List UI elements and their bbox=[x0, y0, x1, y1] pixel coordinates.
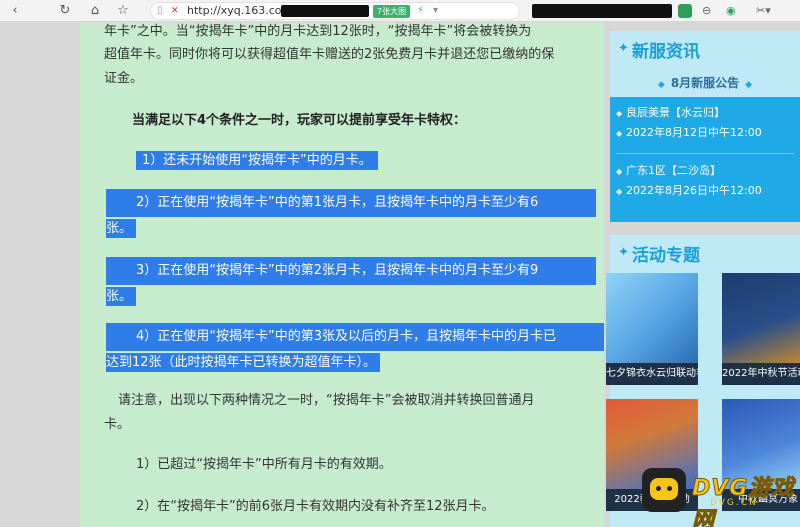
bullet-icon: ◆ bbox=[616, 129, 623, 138]
paragraph-line: 超值年卡。同时你将可以获得超值年卡赠送的2张免费月卡并退还您已缴纳的保 bbox=[104, 47, 555, 62]
extension-icon[interactable] bbox=[678, 4, 692, 18]
paragraph-line: 卡。 bbox=[104, 417, 131, 432]
new-server-news-box: ✦ 新服资讯 ◆ 8月新服公告 ◆ ◆ 良辰美景【水云归】 ◆ 2022年8月12日… bbox=[610, 31, 800, 222]
site-watermark: DVG游戏网 DVG.CN bbox=[642, 462, 800, 527]
condition-item: 2）正在使用“按揭年卡”中的第1张月卡，且按揭年卡中的月卡至少有6 张。 bbox=[106, 189, 596, 241]
bullet-icon: ◆ bbox=[616, 187, 623, 196]
paragraph-line: 证金。 bbox=[104, 71, 144, 86]
page: 年卡”之中。当“按揭年卡”中的月卡达到12张时，“按揭年卡”将会被转换为 超值年… bbox=[0, 23, 800, 527]
notice-title[interactable]: ◆ 8月新服公告 ◆ bbox=[610, 69, 800, 97]
server-time: 2022年8月12日中午12:00 bbox=[626, 126, 762, 139]
activity-image bbox=[606, 273, 698, 363]
activity-card[interactable]: 七夕锦衣水云归联动非遗 bbox=[606, 273, 698, 393]
server-time: 2022年8月26日中午12:00 bbox=[626, 184, 762, 197]
box-title: 活动专题 bbox=[632, 246, 700, 266]
paragraph-line: 1）已超过“按揭年卡”中所有月卡的有效期。 bbox=[136, 457, 392, 472]
page-icon: ▯ bbox=[157, 5, 163, 16]
dropdown-icon[interactable]: ▾ bbox=[433, 3, 438, 19]
plus-icon: ✦ bbox=[618, 41, 629, 56]
bullet-icon: ◆ bbox=[616, 109, 623, 118]
scissors-icon[interactable]: ✂▾ bbox=[756, 3, 771, 19]
eye-icon[interactable]: ◉ bbox=[726, 3, 736, 19]
article-content: 年卡”之中。当“按揭年卡”中的月卡达到12张时，“按揭年卡”将会被转换为 超值年… bbox=[80, 23, 604, 527]
back-icon[interactable]: ‹ bbox=[6, 2, 24, 20]
divider bbox=[616, 153, 794, 154]
activity-caption: 2022年中秋节活动专题 bbox=[722, 363, 800, 385]
sidebar: ✦ 新服资讯 ◆ 8月新服公告 ◆ ◆ 良辰美景【水云归】 ◆ 2022年8月12日… bbox=[606, 23, 800, 527]
paragraph-line: 年卡”之中。当“按揭年卡”中的月卡达到12张时，“按揭年卡”将会被转换为 bbox=[104, 24, 532, 39]
plus-icon: ✦ bbox=[618, 245, 629, 260]
star-icon[interactable]: ☆ bbox=[114, 2, 132, 20]
insecure-icon: ✕ bbox=[171, 6, 179, 16]
redacted-block bbox=[281, 5, 369, 17]
box-header: ✦ 新服资讯 bbox=[610, 31, 800, 69]
bullet-icon: ◆ bbox=[616, 167, 623, 176]
redacted-block bbox=[532, 4, 672, 18]
server-name[interactable]: 广东1区【二沙岛】 bbox=[626, 161, 721, 181]
paragraph-line: 2）在“按揭年卡”的前6张月卡有效期内没有补齐至12张月卡。 bbox=[136, 499, 495, 514]
activity-card[interactable]: 2022年中秋节活动专题 bbox=[722, 273, 800, 393]
url-text: http://xyq.163.com bbox=[187, 4, 293, 17]
activity-image bbox=[722, 273, 800, 363]
shield-icon[interactable]: ⊖ bbox=[702, 3, 711, 19]
box-header: ✦ 活动专题 bbox=[610, 235, 800, 273]
box-title: 新服资讯 bbox=[632, 42, 700, 62]
address-bar[interactable]: ▯ ✕ http://xyq.163.com 7张大图 ⚡ ▾ bbox=[150, 2, 520, 20]
home-icon[interactable]: ⌂ bbox=[86, 2, 104, 20]
watermark-subtext: DVG.CN bbox=[710, 498, 758, 508]
browser-toolbar: ‹ ↻ ⌂ ☆ ▯ ✕ http://xyq.163.com 7张大图 ⚡ ▾ … bbox=[0, 0, 800, 22]
paragraph-line: 请注意，出现以下两种情况之一时，“按揭年卡”会被取消并转换回普通月 bbox=[118, 393, 535, 408]
diamond-icon: ◆ bbox=[745, 80, 753, 90]
server-name[interactable]: 良辰美景【水云归】 bbox=[626, 103, 725, 123]
image-count-badge[interactable]: 7张大图 bbox=[373, 5, 411, 18]
condition-item: 3）正在使用“按揭年卡”中的第2张月卡，且按揭年卡中的月卡至少有9 张。 bbox=[106, 257, 596, 309]
condition-item: 1）还未开始使用“按揭年卡”中的月卡。 bbox=[136, 149, 378, 173]
activity-caption: 七夕锦衣水云归联动非遗 bbox=[606, 363, 698, 385]
refresh-icon[interactable]: ↻ bbox=[56, 2, 74, 20]
bolt-icon[interactable]: ⚡ bbox=[417, 3, 424, 19]
server-notice-panel: ◆ 8月新服公告 ◆ ◆ 良辰美景【水云归】 ◆ 2022年8月12日中午12:00… bbox=[610, 69, 800, 222]
watermark-logo-icon bbox=[642, 468, 686, 512]
condition-item: 4）正在使用“按揭年卡”中的第3张及以后的月卡，且按揭年卡中的月卡已 达到12张… bbox=[106, 323, 604, 375]
conditions-intro: 当满足以下4个条件之一时，玩家可以提前享受年卡特权： bbox=[132, 113, 467, 128]
diamond-icon: ◆ bbox=[657, 80, 665, 90]
